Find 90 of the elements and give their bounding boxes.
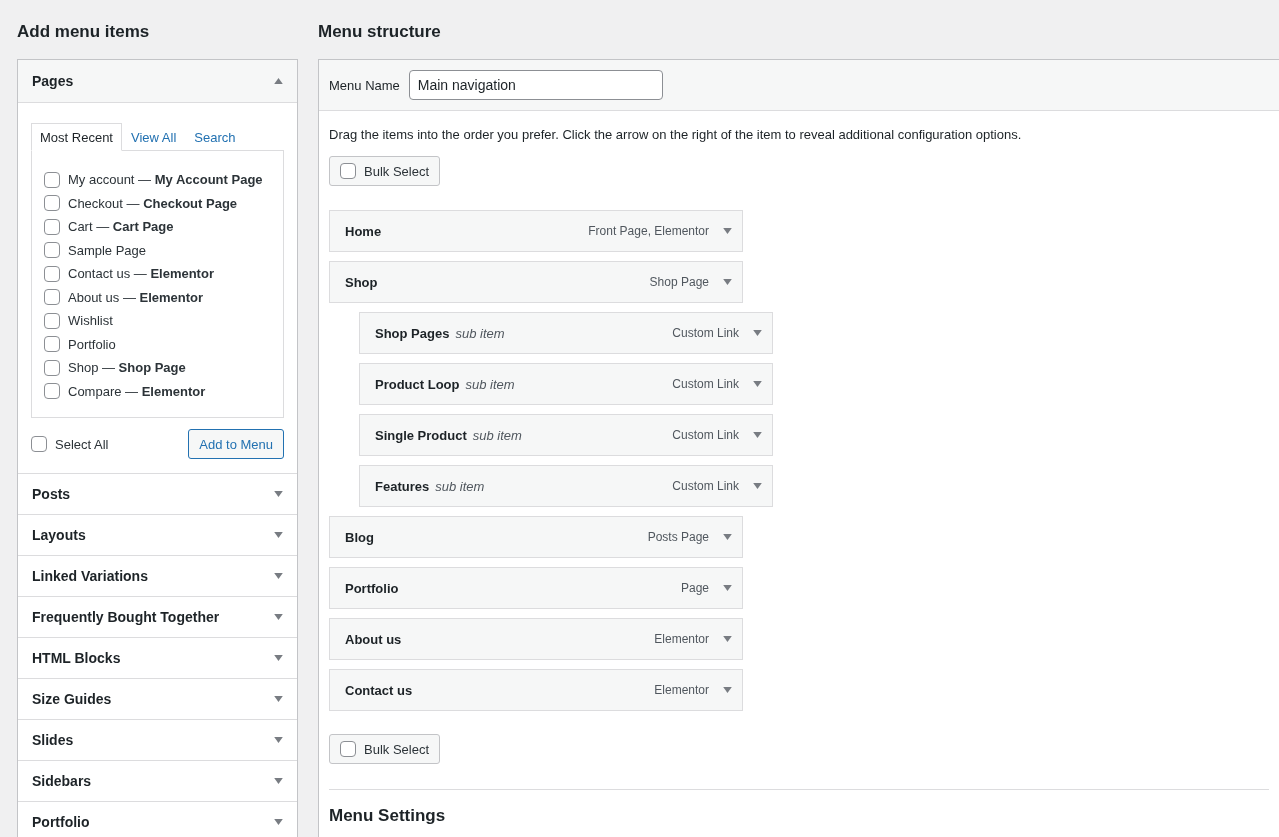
caret-icon[interactable]: [723, 636, 732, 642]
caret-icon[interactable]: [274, 696, 283, 702]
sub-item-note: sub item: [455, 325, 505, 341]
checkbox[interactable]: [31, 436, 47, 452]
bulk-select-button[interactable]: Bulk Select: [329, 156, 441, 186]
item-type: Custom Link: [672, 377, 739, 391]
sub-item-note: sub item: [435, 478, 485, 494]
accordion-header[interactable]: Slides: [18, 719, 297, 760]
sub-item-note: sub item: [465, 376, 515, 392]
caret-icon[interactable]: [723, 228, 732, 234]
checkbox[interactable]: [44, 171, 60, 188]
page-label: Compare — Elementor: [68, 383, 206, 399]
caret-icon[interactable]: [274, 573, 283, 579]
page-label: Cart — Cart Page: [68, 219, 174, 235]
item-type: Custom Link: [672, 326, 739, 340]
instructions-text: Drag the items into the order you prefer. Click the arrow on the right of the item to reveal additional configuration options.: [329, 127, 1023, 142]
accordion-header[interactable]: Pages: [18, 60, 297, 103]
item-type: Custom Link: [672, 428, 739, 442]
menu-item[interactable]: Shop Shop Page: [329, 261, 743, 303]
item-type: Shop Page: [649, 275, 709, 289]
caret-icon[interactable]: [274, 655, 283, 661]
item-type: Elementor: [654, 632, 709, 646]
caret-icon[interactable]: [753, 483, 762, 489]
item-type: Custom Link: [672, 479, 739, 493]
page-label: Shop — Shop Page: [68, 360, 186, 376]
item-type: Elementor: [654, 683, 709, 697]
checkbox[interactable]: [44, 218, 60, 235]
accordion-header[interactable]: Sidebars: [18, 760, 297, 801]
checkbox[interactable]: [44, 265, 60, 282]
item-type: Front Page, Elementor: [588, 224, 709, 238]
caret-icon[interactable]: [723, 534, 732, 540]
section-heading: Menu structure: [318, 21, 442, 43]
checkbox[interactable]: [44, 336, 60, 353]
page-label: Sample Page: [68, 242, 147, 258]
accordion-header[interactable]: Posts: [18, 473, 297, 514]
menu-item[interactable]: Single Product sub item Custom Link: [359, 414, 773, 456]
accordion-header[interactable]: HTML Blocks: [18, 637, 297, 678]
menu-item[interactable]: About us Elementor: [329, 618, 743, 660]
checkbox[interactable]: [44, 383, 60, 400]
tab[interactable]: Search: [185, 123, 245, 151]
select-all-label: Select All: [55, 436, 109, 452]
menu-item[interactable]: Blog Posts Page: [329, 516, 743, 558]
caret-icon[interactable]: [274, 491, 283, 497]
checkbox[interactable]: [340, 163, 356, 179]
menu-item[interactable]: Product Loop sub item Custom Link: [359, 363, 773, 405]
page-label: Wishlist: [68, 313, 113, 329]
checkbox[interactable]: [44, 359, 60, 376]
caret-icon[interactable]: [274, 819, 283, 825]
menu-item[interactable]: Shop Pages sub item Custom Link: [359, 312, 773, 354]
accordion-header[interactable]: Size Guides: [18, 678, 297, 719]
item-type: Page: [680, 581, 709, 595]
caret-icon[interactable]: [274, 737, 283, 743]
caret-icon[interactable]: [723, 279, 732, 285]
caret-icon[interactable]: [753, 330, 762, 336]
accordion-header[interactable]: Linked Variations: [18, 555, 297, 596]
caret-icon[interactable]: [753, 432, 762, 438]
page-label: Portfolio: [68, 336, 116, 352]
caret-icon[interactable]: [274, 532, 283, 538]
accordion-header[interactable]: Portfolio: [18, 801, 297, 837]
caret-icon[interactable]: [274, 778, 283, 784]
accordion-header[interactable]: Layouts: [18, 514, 297, 555]
checkbox[interactable]: [44, 289, 60, 306]
checkbox[interactable]: [44, 242, 60, 259]
checkbox[interactable]: [340, 741, 356, 757]
tab[interactable]: View All: [122, 123, 186, 151]
bulk-select-button[interactable]: Bulk Select: [329, 734, 441, 764]
section-heading: Add menu items: [17, 21, 151, 43]
tab[interactable]: Most Recent: [31, 123, 122, 151]
menu-name-label: Menu Name: [329, 77, 400, 93]
section-heading: Menu Settings: [329, 806, 447, 826]
menu-item[interactable]: Features sub item Custom Link: [359, 465, 773, 507]
menu-name-field[interactable]: Main navigation: [408, 70, 663, 100]
accordion-header[interactable]: Frequently Bought Together: [18, 596, 297, 637]
add-to-menu-button[interactable]: Add to Menu: [188, 429, 284, 459]
caret-icon[interactable]: [723, 585, 732, 591]
checkbox[interactable]: [44, 195, 60, 212]
page-label: About us — Elementor: [68, 289, 204, 305]
menu-item[interactable]: Home Front Page, Elementor: [329, 210, 743, 252]
page-label: Contact us — Elementor: [68, 266, 214, 282]
caret-icon[interactable]: [274, 78, 283, 84]
sub-item-note: sub item: [472, 427, 522, 443]
checkbox[interactable]: [44, 312, 60, 329]
item-type: Posts Page: [647, 530, 709, 544]
menu-item[interactable]: Portfolio Page: [329, 567, 743, 609]
caret-icon[interactable]: [723, 687, 732, 693]
page-label: Checkout — Checkout Page: [68, 195, 238, 211]
page-label: My account — My Account Page: [68, 172, 263, 188]
caret-icon[interactable]: [753, 381, 762, 387]
caret-icon[interactable]: [274, 614, 283, 620]
menu-item[interactable]: Contact us Elementor: [329, 669, 743, 711]
